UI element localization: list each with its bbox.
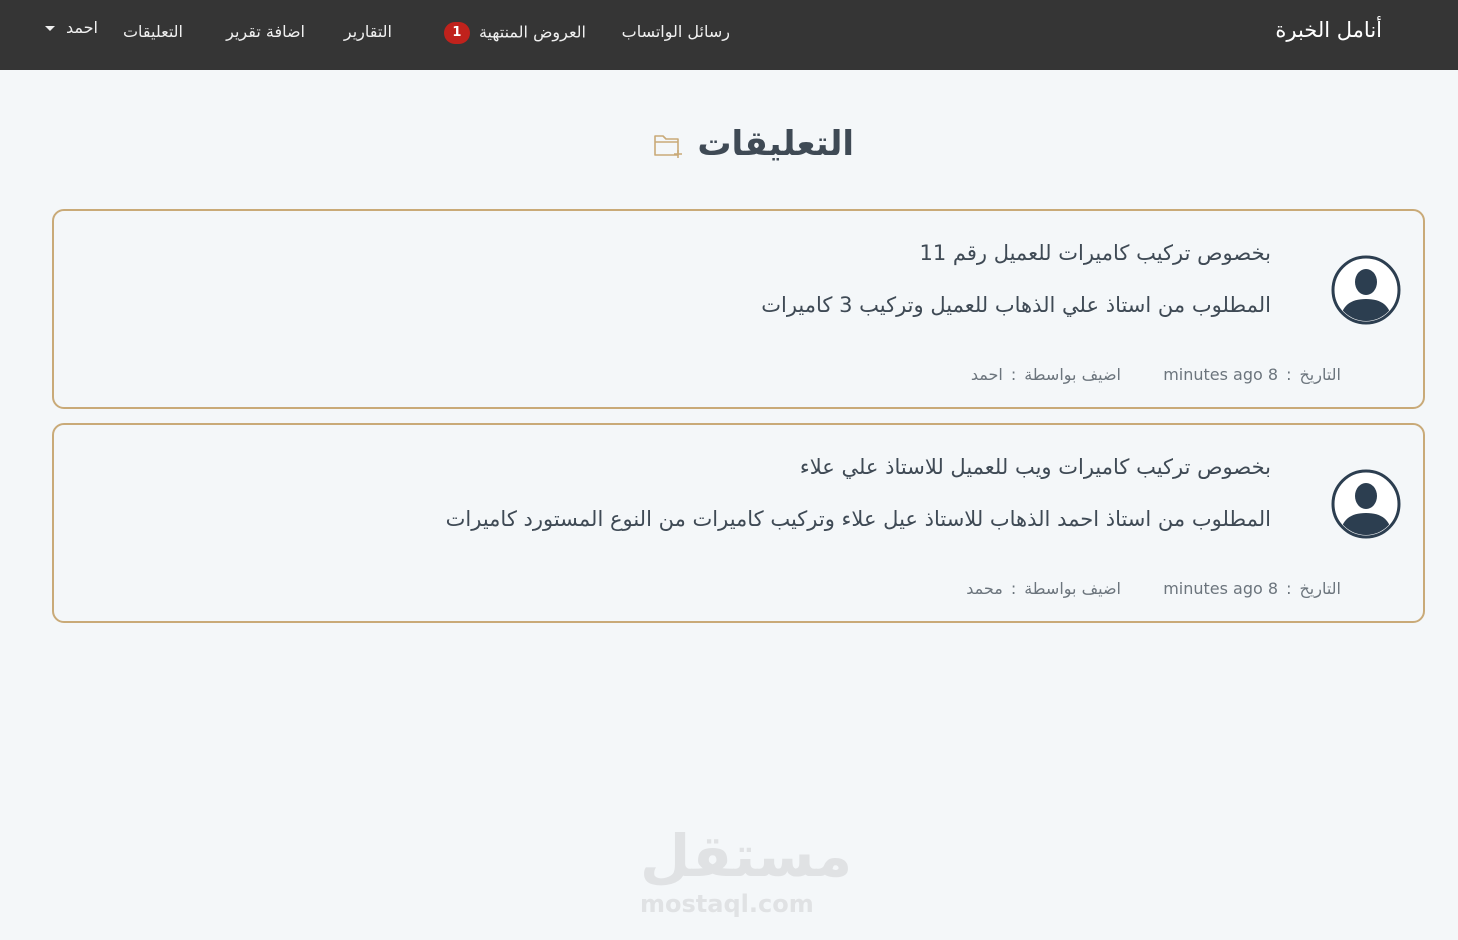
comment-body: المطلوب من استاذ علي الذهاب للعميل وتركي… <box>761 293 1271 317</box>
comment-date: التاريخ:8 minutes ago <box>1163 579 1341 598</box>
comment-author: اضيف بواسطة: احمد <box>971 365 1121 384</box>
author-label: اضيف بواسطة <box>1024 579 1121 598</box>
nav-reports[interactable]: التقارير <box>344 22 392 41</box>
expired-offers-badge: 1 <box>443 22 470 44</box>
author-label: اضيف بواسطة <box>1024 365 1121 384</box>
user-avatar-icon <box>1331 469 1401 539</box>
comment-author: اضيف بواسطة: محمد <box>966 579 1121 598</box>
meta-separator: : <box>1286 579 1292 598</box>
comment-body: المطلوب من استاذ احمد الذهاب للاستاذ عيل… <box>445 507 1271 531</box>
user-menu-label: احمد <box>66 18 98 37</box>
author-value: احمد <box>970 365 1003 384</box>
watermark-url: mostaql.com <box>640 890 814 918</box>
brand-logo[interactable]: أنامل الخبرة <box>1275 18 1382 42</box>
nav-whatsapp-messages[interactable]: رسائل الواتساب <box>622 22 730 41</box>
date-value: 8 minutes ago <box>1163 579 1279 598</box>
date-value: 8 minutes ago <box>1163 365 1279 384</box>
comment-date: التاريخ:8 minutes ago <box>1163 365 1341 384</box>
watermark-logo: مستقل <box>640 822 853 890</box>
comment-title: بخصوص تركيب كاميرات للعميل رقم 11 <box>919 241 1271 265</box>
top-navbar: أنامل الخبرة رسائل الواتساب العروض المنت… <box>0 0 1458 70</box>
meta-separator: : <box>1286 365 1292 384</box>
nav-expired-offers-label: العروض المنتهية <box>478 22 586 42</box>
folder-plus-icon <box>654 135 682 158</box>
nav-expired-offers[interactable]: العروض المنتهية 1 <box>443 22 586 44</box>
nav-comments[interactable]: التعليقات <box>123 22 183 41</box>
meta-separator: : <box>1010 365 1017 384</box>
meta-separator: : <box>1010 579 1017 598</box>
comment-card: بخصوص تركيب كاميرات للعميل رقم 11 المطلو… <box>52 209 1425 409</box>
nav-add-report[interactable]: اضافة تقرير <box>226 22 305 41</box>
user-avatar-icon <box>1331 255 1401 325</box>
comment-title: بخصوص تركيب كاميرات ويب للعميل للاستاذ ع… <box>799 455 1271 479</box>
comment-card: بخصوص تركيب كاميرات ويب للعميل للاستاذ ع… <box>52 423 1425 623</box>
page-title: التعليقات <box>697 124 854 164</box>
caret-down-icon <box>44 26 55 31</box>
author-value: محمد <box>966 579 1003 598</box>
user-menu-dropdown[interactable]: احمد <box>44 18 98 37</box>
date-label: التاريخ <box>1299 365 1341 384</box>
date-label: التاريخ <box>1299 579 1341 598</box>
